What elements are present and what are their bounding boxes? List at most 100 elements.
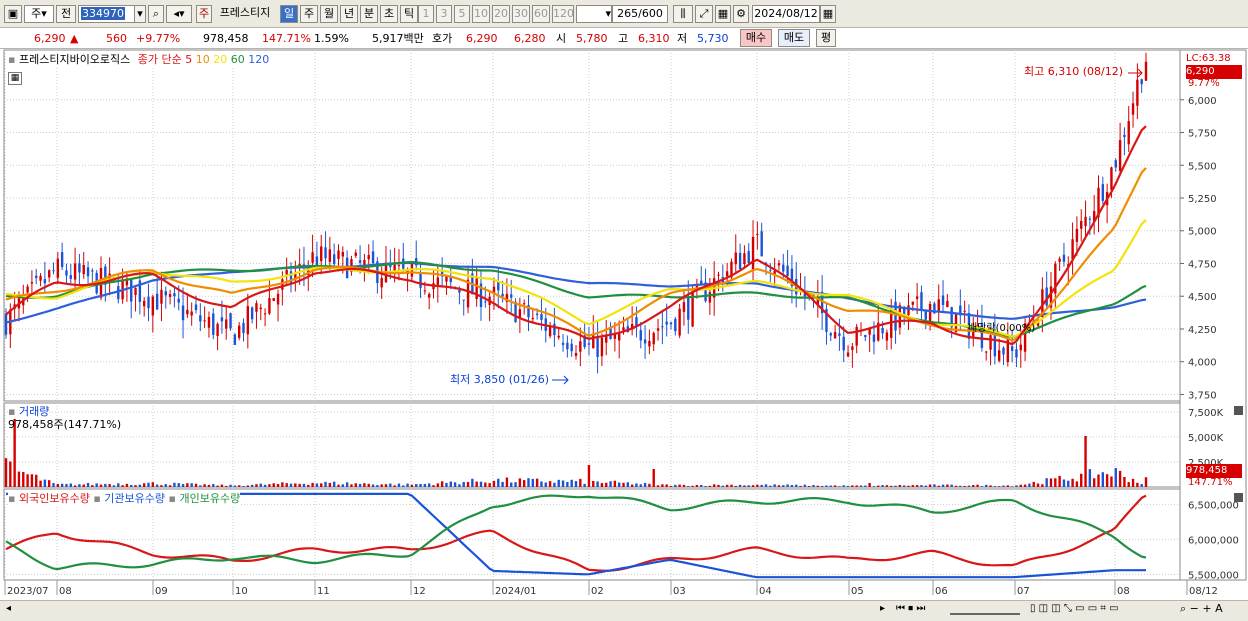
volume-bar: [907, 485, 910, 487]
candle-body: [341, 251, 345, 257]
candle-body: [117, 286, 120, 300]
candle-body: [531, 317, 535, 320]
legend-dot: ▪: [8, 53, 16, 66]
period-tab-2[interactable]: 월: [320, 5, 338, 23]
candle-body: [708, 292, 712, 303]
volume-bar: [535, 478, 539, 487]
candle-body: [52, 270, 55, 272]
volume-bar: [669, 485, 673, 487]
close-volume-panel-icon[interactable]: [1234, 406, 1243, 415]
period-tab-5[interactable]: 초: [380, 5, 398, 23]
candle-body: [687, 297, 690, 320]
x-label-12: 07: [1017, 586, 1030, 597]
candle-type-icon[interactable]: ⫼: [673, 5, 693, 23]
search-icon[interactable]: ⌕: [148, 5, 164, 23]
volume-bar: [682, 484, 686, 487]
candle-body: [30, 282, 34, 284]
period-tab-6[interactable]: 틱: [400, 5, 418, 23]
close-holding-panel-icon[interactable]: [1234, 493, 1243, 502]
draw-tool-icon[interactable]: ⤢: [695, 5, 713, 23]
candle-body: [501, 293, 504, 297]
volume-bar: [561, 480, 565, 487]
volume-bar: [130, 484, 133, 487]
count-tab-30[interactable]: 30: [512, 5, 530, 23]
y-label-3: 4,500: [1188, 292, 1217, 303]
candle-body: [540, 314, 543, 320]
playback-controls-icon[interactable]: ⏮ ⏹ ⏭: [896, 603, 925, 614]
volume-bar: [544, 482, 547, 487]
zoom-controls-icon[interactable]: ⌕ − + A: [1180, 602, 1223, 616]
candle-body: [777, 263, 781, 266]
volume-bar: [812, 485, 815, 487]
bottom-scrollbar[interactable]: ◂ ▸ ⏮ ⏹ ⏭ ▯ ◫ ◫ ⤡ ▭ ▭ ⌗ ▭ ⌕ − + A: [0, 600, 1248, 621]
volume-bar: [946, 484, 949, 487]
x-label-13: 08: [1117, 586, 1130, 597]
toolbar: ▣ 주▾ 전 334970 ▾ ⌕ ◂▾ 주 프레스티지 265/600 ⫼ ⤢…: [0, 0, 1248, 28]
sound-icon[interactable]: ◂▾: [166, 5, 192, 23]
count-tab-60[interactable]: 60: [532, 5, 550, 23]
candle-body: [147, 296, 150, 309]
volume-bar: [440, 481, 444, 487]
view-mode-icons[interactable]: ▯ ◫ ◫ ⤡ ▭ ▭ ⌗ ▭: [1030, 603, 1119, 614]
zoom-slider[interactable]: [950, 605, 1020, 615]
x-label-14: 08/12: [1189, 586, 1218, 597]
count-tab-5[interactable]: 5: [454, 5, 470, 23]
candle-body: [285, 269, 288, 275]
candle-body: [639, 330, 642, 341]
ma-period-list: 5 10 20 60 120: [185, 53, 269, 66]
prev-button[interactable]: 전: [56, 5, 76, 23]
x-label-4: 11: [317, 586, 330, 597]
date-input[interactable]: 2024/08/12: [752, 5, 820, 23]
candle-body: [423, 290, 427, 292]
volume-bar: [1028, 483, 1031, 487]
avg-button[interactable]: 평: [816, 29, 836, 47]
period-tab-1[interactable]: 주: [300, 5, 318, 23]
candle-body: [782, 264, 785, 272]
candle-body: [449, 277, 452, 283]
x-label-6: 2024/01: [495, 586, 537, 597]
scroll-right-icon[interactable]: ▸: [880, 603, 885, 614]
candle-body: [751, 236, 755, 271]
volume-bar: [527, 478, 530, 487]
count-tab-1[interactable]: 1: [418, 5, 434, 23]
save-icon[interactable]: ▦: [715, 5, 731, 23]
count-dropdown[interactable]: ▾: [576, 5, 612, 23]
count-tab-120[interactable]: 120: [552, 5, 574, 23]
volume-bar: [622, 482, 625, 487]
period-tab-0[interactable]: 일: [280, 5, 298, 23]
calendar-icon[interactable]: ▦: [820, 5, 836, 23]
volume-bar: [358, 483, 362, 487]
layout-icon[interactable]: ▣: [4, 5, 22, 23]
candle-body: [1101, 184, 1105, 201]
period-select[interactable]: 주▾: [24, 5, 54, 23]
settings-icon[interactable]: ⚙: [733, 5, 749, 23]
count-field[interactable]: 265/600: [612, 5, 668, 23]
volume-bar: [773, 484, 776, 487]
scroll-left-icon[interactable]: ◂: [6, 603, 11, 614]
volume-bar: [393, 485, 396, 487]
count-tab-10[interactable]: 10: [472, 5, 490, 23]
volume-bar: [432, 485, 435, 487]
count-tab-20[interactable]: 20: [492, 5, 510, 23]
turnover-rate: 1.59%: [314, 32, 349, 45]
sell-button[interactable]: 매도: [778, 29, 810, 47]
candle-body: [484, 301, 487, 303]
volume-bar: [1105, 474, 1109, 487]
code-dropdown-icon[interactable]: ▾: [134, 5, 146, 23]
volume-bar: [717, 484, 720, 487]
volume-bar: [734, 485, 737, 487]
volume-bar: [661, 484, 664, 487]
y-label-8: 5,750: [1188, 129, 1217, 140]
institution-holding-label: 기관보유수량: [104, 492, 166, 505]
table-icon[interactable]: ▦: [8, 72, 22, 85]
volume-bar: [142, 483, 146, 487]
stock-name-field[interactable]: 프레스티지: [214, 5, 276, 23]
count-tab-3[interactable]: 3: [436, 5, 452, 23]
buy-button[interactable]: 매수: [740, 29, 772, 47]
stock-code-input[interactable]: 334970: [78, 5, 135, 23]
stock-chart[interactable]: 2023/07 08 09 10 11 12 2024/01 02 03 04 05 06 07 08 08…: [0, 49, 1248, 601]
volume-bar: [1144, 477, 1148, 487]
volume-bar: [78, 484, 81, 487]
period-tab-3[interactable]: 년: [340, 5, 358, 23]
period-tab-4[interactable]: 분: [360, 5, 378, 23]
